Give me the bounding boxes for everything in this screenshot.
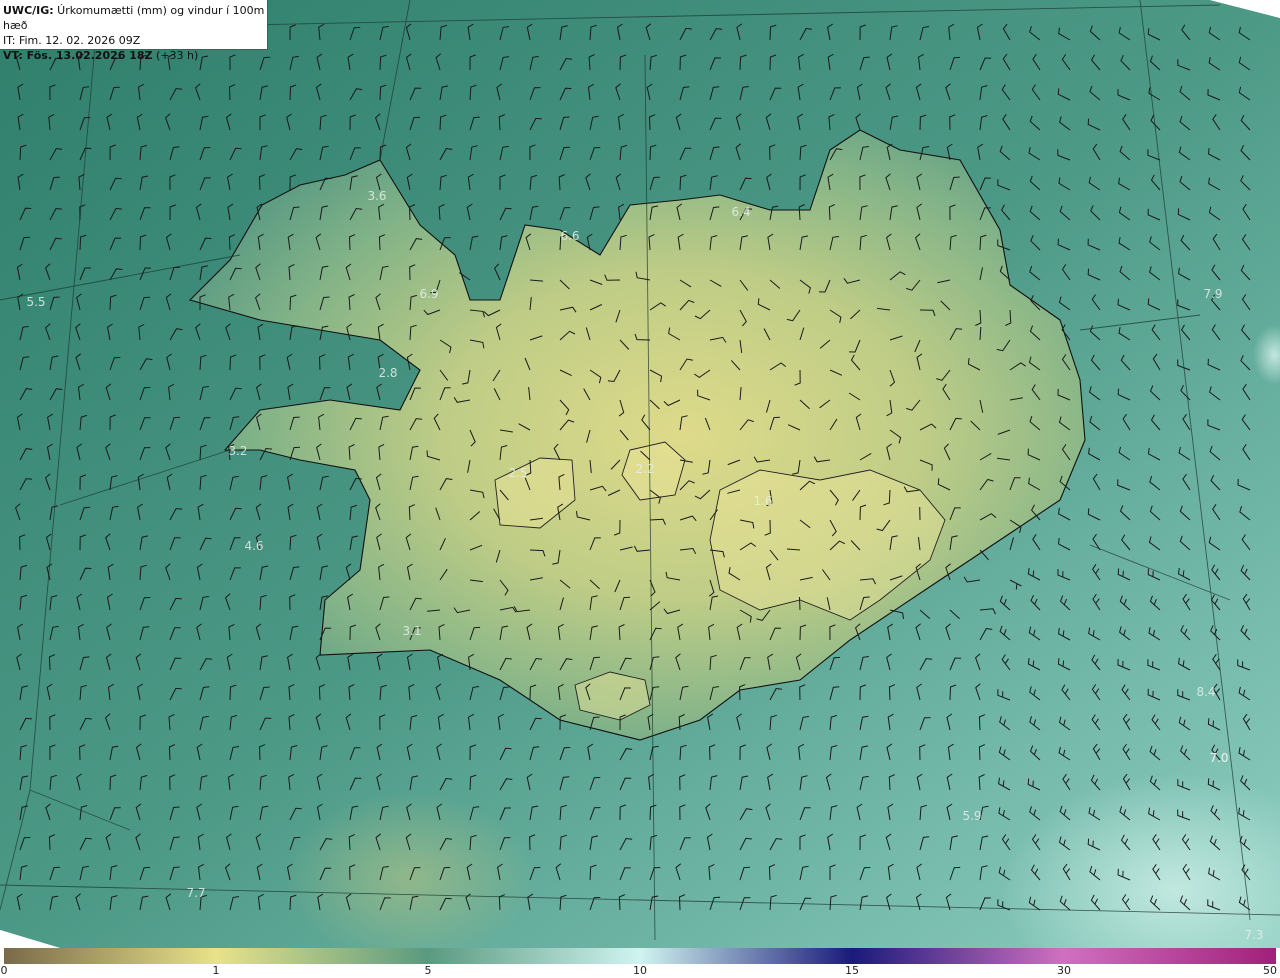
max-value-label: 7.3 [1244, 928, 1263, 942]
max-value-label: 1.6 [753, 494, 772, 508]
max-value-label: 6.4 [731, 205, 750, 219]
max-value-label: 8.4 [1196, 685, 1215, 699]
colorbar-tick-label: 30 [1057, 964, 1071, 977]
colorbar-tick-label: 0 [0, 964, 8, 977]
max-value-label: 3.1 [402, 624, 421, 638]
max-value-label: 3.6 [367, 189, 386, 203]
max-value-label: 3.2 [228, 444, 247, 458]
max-value-label: 7.0 [1209, 751, 1228, 765]
header-line-valid-time: VT: Fös. 13.02.2026 18Z (+33 h) [3, 49, 199, 62]
map-canvas: 3.66.46.66.95.52.87.97.03.24.63.18.47.05… [0, 0, 1280, 948]
colorbar-tick-label: 15 [845, 964, 859, 977]
wind-barb [799, 596, 801, 611]
colorbar-tick-label: 1 [212, 964, 220, 977]
precipitation-colorbar: 0 1 5 10 15 30 50 [0, 948, 1280, 978]
e-precip-field [1100, 250, 1280, 500]
max-value-label: 5.5 [26, 295, 45, 309]
max-value-label: 7.7 [186, 886, 205, 900]
max-value-label: 2.5 [508, 466, 527, 480]
header-line-init-time: IT: Fim. 12. 02. 2026 09Z [3, 34, 141, 47]
max-value-label: 7.9 [1203, 287, 1222, 301]
colorbar-tick-label: 5 [424, 964, 432, 977]
colorbar-gradient [4, 948, 1276, 964]
map-header: UWC/IG: Úrkomumætti (mm) og vindur í 100… [0, 0, 268, 62]
precipitation-wind-map[interactable]: 3.6 6.4 6.6 6.9 5.5 2.8 7.9 7.0 3.2 4.6 3.1 8.4 7.0 5… [0, 0, 1280, 948]
colorbar-tick-label: 10 [633, 964, 647, 977]
max-value-label: 2.2 [635, 462, 654, 476]
colorbar-tick-label: 50 [1263, 964, 1277, 977]
max-value-label: 4.6 [244, 539, 263, 553]
max-value-label: 5.9 [962, 809, 981, 823]
max-value-label: 6.6 [560, 229, 579, 243]
max-value-label: 6.9 [419, 287, 438, 301]
header-line-model: UWC/IG: Úrkomumætti (mm) og vindur í 100… [3, 4, 265, 32]
max-value-label: 2.8 [378, 366, 397, 380]
